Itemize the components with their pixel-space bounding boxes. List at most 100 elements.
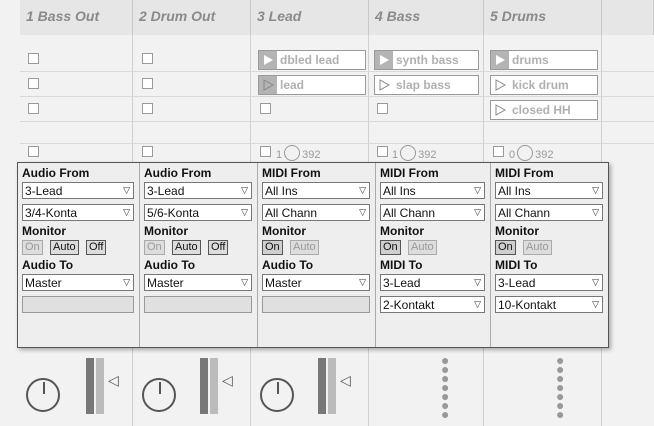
output-type-select[interactable]: Master ▽	[22, 274, 134, 291]
output-type-select[interactable]: 3-Lead ▽	[380, 274, 485, 291]
dropdown-arrow-icon: ▽	[592, 277, 599, 287]
monitor-label: Monitor	[380, 224, 424, 238]
volume-arrow-icon[interactable]: ◁	[108, 372, 119, 389]
input-channel-select[interactable]: All Chann ▽	[495, 204, 603, 221]
track-name: 3 Lead	[257, 8, 302, 24]
clip-stop-button[interactable]	[28, 78, 39, 89]
clip-name: dbled lead	[280, 53, 340, 67]
clip-stop-button[interactable]	[142, 53, 153, 64]
clip-stop-button[interactable]	[142, 146, 153, 157]
track-header-4[interactable]: 4 Bass	[369, 0, 484, 35]
volume-arrow-icon[interactable]: ◁	[222, 372, 233, 389]
play-triangle-icon[interactable]	[491, 76, 509, 94]
arm-button[interactable]	[377, 146, 388, 157]
knob-icon[interactable]	[284, 145, 301, 161]
monitor-auto-button[interactable]: Auto	[408, 240, 437, 255]
clip-name: slap bass	[396, 78, 451, 92]
output-type-select[interactable]: Master ▽	[144, 274, 252, 291]
monitor-auto-button[interactable]: Auto	[523, 240, 552, 255]
clip-stop-button[interactable]	[260, 103, 271, 114]
volume-arrow-icon[interactable]: ◁	[340, 372, 351, 389]
volume-fader[interactable]	[86, 358, 94, 414]
select-value: All Chann	[265, 206, 318, 220]
midi-from-label: MIDI From	[495, 166, 554, 180]
clip-slot[interactable]: closed HH	[490, 100, 598, 120]
select-value: 3-Lead	[498, 276, 536, 290]
clip-slot[interactable]: lead	[258, 75, 366, 95]
monitor-auto-button[interactable]: Auto	[50, 240, 79, 255]
arm-button[interactable]	[260, 146, 271, 157]
output-type-select[interactable]: Master ▽	[262, 274, 370, 291]
monitor-off-button[interactable]: Off	[86, 240, 107, 255]
input-type-select[interactable]: All Ins ▽	[495, 182, 603, 199]
input-channel-select[interactable]: 3/4-Konta ▽	[22, 204, 134, 221]
select-value: Master	[265, 276, 302, 290]
input-type-select[interactable]: All Ins ▽	[262, 182, 370, 199]
play-triangle-icon[interactable]	[375, 76, 393, 94]
clip-stop-button[interactable]	[142, 103, 153, 114]
clip-stop-button[interactable]	[142, 78, 153, 89]
monitor-on-button[interactable]: On	[262, 240, 283, 255]
input-channel-select[interactable]: All Chann ▽	[262, 204, 370, 221]
select-value: 10-Kontakt	[498, 298, 557, 312]
meter-number: 0	[509, 149, 516, 161]
input-type-select[interactable]: All Ins ▽	[380, 182, 485, 199]
clip-slot[interactable]: kick drum	[490, 75, 598, 95]
input-channel-select[interactable]: 5/6-Konta ▽	[144, 204, 252, 221]
clip-slot[interactable]: synth bass	[374, 50, 479, 70]
track-header-5[interactable]: 5 Drums	[484, 0, 602, 35]
monitor-on-button[interactable]: On	[22, 240, 43, 255]
monitor-on-button[interactable]: On	[144, 240, 165, 255]
select-value: 3-Lead	[147, 184, 185, 198]
play-triangle-icon[interactable]	[259, 76, 277, 94]
clip-name: drums	[512, 53, 549, 67]
meter-number: 1	[392, 149, 399, 161]
monitor-off-button[interactable]: Off	[208, 240, 229, 255]
monitor-label: Monitor	[144, 224, 188, 238]
clip-stop-button[interactable]	[377, 103, 388, 114]
arm-button[interactable]	[493, 146, 504, 157]
clip-slot[interactable]: dbled lead	[258, 50, 366, 70]
input-type-select[interactable]: 3-Lead ▽	[144, 182, 252, 199]
clip-slot[interactable]: drums	[490, 50, 598, 70]
knob-icon[interactable]	[400, 145, 417, 161]
play-triangle-icon[interactable]	[259, 51, 277, 69]
pan-knob-icon[interactable]	[26, 378, 60, 412]
input-channel-select[interactable]: All Chann ▽	[380, 204, 485, 221]
play-triangle-icon[interactable]	[491, 101, 509, 119]
clip-stop-button[interactable]	[28, 146, 39, 157]
monitor-auto-button[interactable]: Auto	[290, 240, 319, 255]
monitor-on-button[interactable]: On	[495, 240, 516, 255]
track-header-1[interactable]: 1 Bass Out	[20, 0, 133, 35]
dropdown-arrow-icon: ▽	[123, 277, 130, 287]
output-channel-select[interactable]	[262, 296, 370, 313]
volume-fader[interactable]	[318, 358, 326, 414]
play-triangle-icon[interactable]	[491, 51, 509, 69]
clip-slot[interactable]: slap bass	[374, 75, 479, 95]
monitor-auto-button[interactable]: Auto	[172, 240, 201, 255]
clip-stop-button[interactable]	[28, 53, 39, 64]
volume-fader[interactable]	[200, 358, 208, 414]
output-channel-select[interactable]	[144, 296, 252, 313]
select-value: 3/4-Konta	[25, 206, 78, 220]
select-value: 5/6-Konta	[147, 206, 200, 220]
output-type-select[interactable]: 3-Lead ▽	[495, 274, 603, 291]
monitor-label: Monitor	[495, 224, 539, 238]
pan-knob-icon[interactable]	[142, 378, 176, 412]
clip-stop-button[interactable]	[28, 103, 39, 114]
io-column: MIDI From All Ins ▽ All Chann ▽ Monitor On…	[376, 163, 491, 347]
dropdown-arrow-icon: ▽	[474, 299, 481, 309]
knob-icon[interactable]	[517, 145, 534, 161]
monitor-on-button[interactable]: On	[380, 240, 401, 255]
audio-to-label: Audio To	[144, 258, 196, 272]
output-channel-select[interactable]: 2-Kontakt ▽	[380, 296, 485, 313]
play-triangle-icon[interactable]	[375, 51, 393, 69]
io-column: Audio From 3-Lead ▽ 3/4-Konta ▽ Monitor On…	[18, 163, 140, 347]
track-header-3[interactable]: 3 Lead	[251, 0, 369, 35]
track-header-2[interactable]: 2 Drum Out	[133, 0, 251, 35]
output-channel-select[interactable]	[22, 296, 134, 313]
input-type-select[interactable]: 3-Lead ▽	[22, 182, 134, 199]
dropdown-arrow-icon: ▽	[592, 299, 599, 309]
output-channel-select[interactable]: 10-Kontakt ▽	[495, 296, 603, 313]
pan-knob-icon[interactable]	[260, 378, 294, 412]
